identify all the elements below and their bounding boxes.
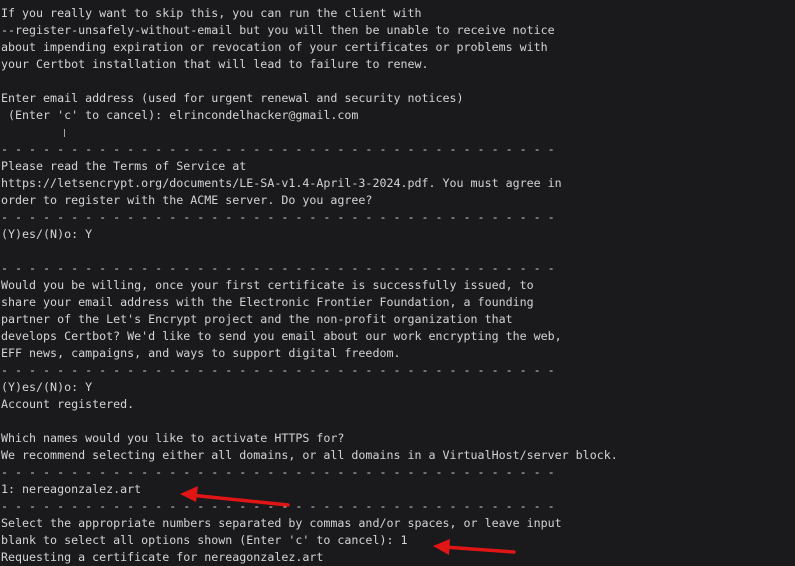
terminal-line: We recommend selecting either all domain… xyxy=(1,448,618,462)
terminal-line: (Y)es/(N)o: Y xyxy=(1,380,93,394)
terminal-line: Enter email address (used for urgent ren… xyxy=(1,91,464,105)
terminal-line: --register-unsafely-without-email but yo… xyxy=(1,23,555,37)
terminal-line: Please read the Terms of Service at xyxy=(1,159,247,173)
annotation-arrow-domain xyxy=(180,486,290,507)
terminal-line: develops Certbot? We'd like to send you … xyxy=(1,329,562,343)
terminal-line: (Enter 'c' to cancel): elrincondelhacker… xyxy=(1,108,359,122)
terminal-line: - - - - - - - - - - - - - - - - - - - - … xyxy=(1,499,555,513)
terminal-window[interactable]: If you really want to skip this, you can… xyxy=(0,0,795,566)
terminal-line: - - - - - - - - - - - - - - - - - - - - … xyxy=(1,261,555,275)
terminal-line: Account registered. xyxy=(1,397,135,411)
terminal-line: If you really want to skip this, you can… xyxy=(1,6,422,20)
terminal-line: Which names would you like to activate H… xyxy=(1,431,345,445)
terminal-line: - - - - - - - - - - - - - - - - - - - - … xyxy=(1,465,555,479)
terminal-line: Requesting a certificate for nereagonzal… xyxy=(1,550,324,564)
terminal-line: your Certbot installation that will lead… xyxy=(1,57,429,71)
terminal-line: (Y)es/(N)o: Y xyxy=(1,227,93,241)
terminal-line: - - - - - - - - - - - - - - - - - - - - … xyxy=(1,363,555,377)
terminal-line: Select the appropriate numbers separated… xyxy=(1,516,562,530)
terminal-line: - - - - - - - - - - - - - - - - - - - - … xyxy=(1,142,555,156)
terminal-line: - - - - - - - - - - - - - - - - - - - - … xyxy=(1,210,555,224)
terminal-line: EFF news, campaigns, and ways to support… xyxy=(1,346,401,360)
terminal-output: If you really want to skip this, you can… xyxy=(1,5,618,566)
terminal-line: https://letsencrypt.org/documents/LE-SA-… xyxy=(1,176,562,190)
terminal-line: order to register with the ACME server. … xyxy=(1,193,373,207)
terminal-line: about impending expiration or revocation… xyxy=(1,40,548,54)
text-cursor xyxy=(64,129,65,137)
terminal-line: share your email address with the Electr… xyxy=(1,295,534,309)
terminal-line: 1: nereagonzalez.art xyxy=(1,482,142,496)
terminal-line: Would you be willing, once your first ce… xyxy=(1,278,534,292)
terminal-line: blank to select all options shown (Enter… xyxy=(1,533,408,547)
annotation-arrow-selection xyxy=(433,539,516,555)
terminal-line: partner of the Let's Encrypt project and… xyxy=(1,312,513,326)
